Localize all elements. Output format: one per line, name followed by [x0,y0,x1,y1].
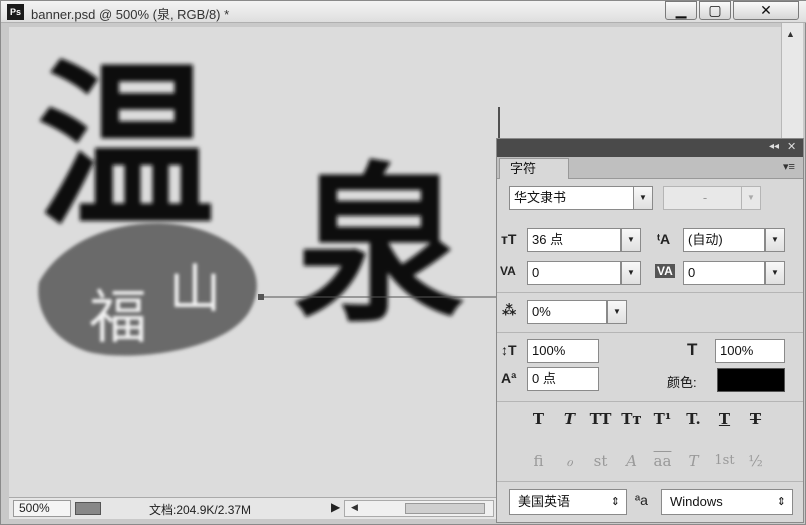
color-swatch[interactable] [717,368,785,392]
swash-button[interactable]: A [616,450,647,472]
stylistic-alternates-button[interactable]: st [585,450,616,472]
minimize-button[interactable]: ▁ [665,1,697,20]
scroll-left-arrow-icon[interactable]: ◀ [351,502,358,513]
small-caps-button[interactable]: Tт [616,408,647,430]
superscript-button[interactable]: T¹ [647,408,678,430]
font-size-dropdown-icon[interactable]: ▼ [621,228,641,252]
opentype-buttons: fi ℴ st A aa T 1st ½ [523,450,771,472]
titling-alternates-button[interactable]: aa [647,450,678,472]
font-style-field: - [663,186,743,210]
baseline-anchor [258,294,264,300]
collapse-panel-icon[interactable]: ◂◂ [769,141,779,152]
kerning-field[interactable]: 0 [527,261,621,285]
faux-italic-button[interactable]: T [554,408,585,430]
status-preview-icon[interactable] [75,502,101,515]
leading-dropdown-icon[interactable]: ▼ [765,228,785,252]
font-size-icon: тT [501,231,517,247]
ligature-button[interactable]: fi [523,450,554,472]
color-label: 颜色: [667,375,697,390]
maximize-button[interactable]: ▢ [699,1,731,20]
minimize-icon: ▁ [675,2,687,18]
tsume-field[interactable]: 0% [527,300,607,324]
baseline-shift-field[interactable]: 0 点 [527,367,599,391]
panel-divider [497,401,803,402]
panel-divider [497,332,803,333]
type-style-buttons: T T TT Tт T¹ T. T T [523,408,771,430]
ornaments-button[interactable]: T [678,450,709,472]
tracking-dropdown-icon[interactable]: ▼ [765,261,785,285]
headline-char-2: 泉 [294,146,464,346]
language-value: 美国英语 [518,494,571,509]
language-updown-icon: ⇕ [610,496,620,508]
tracking-icon: VA [655,264,675,278]
font-family-field[interactable]: 华文隶书 [509,186,635,210]
tracking-field[interactable]: 0 [683,261,765,285]
status-menu-arrow-icon[interactable]: ▶ [331,500,340,514]
document-size-info: 文档:204.9K/2.37M [149,503,252,517]
language-select[interactable]: 美国英语 ⇕ [509,489,627,515]
baseline-shift-icon: Aª [501,370,517,386]
horizontal-scrollbar[interactable]: ◀ [344,500,494,517]
fractions-button[interactable]: ½ [740,450,771,472]
underline-button[interactable]: T [709,408,740,430]
antialias-value: Windows [670,494,723,509]
tab-character[interactable]: 字符 [499,158,569,179]
panel-divider [497,292,803,293]
panel-tab-row: 字符 ▾≡ [497,157,803,179]
font-size-field[interactable]: 36 点 [527,228,621,252]
panel-menu-icon[interactable]: ▾≡ [783,160,795,173]
tsume-icon: ⁂ [502,302,517,318]
kerning-dropdown-icon[interactable]: ▼ [621,261,641,285]
antialias-updown-icon: ⇕ [776,496,786,508]
panel-header-bar[interactable]: ◂◂ ✕ [497,139,803,157]
antialias-icon: ªa [635,492,648,508]
zoom-field[interactable]: 500% [13,500,71,517]
photoshop-app-icon: Ps [7,4,24,20]
faux-bold-button[interactable]: T [523,408,554,430]
close-button[interactable]: ✕ [733,1,799,20]
panel-close-icon[interactable]: ✕ [787,140,796,153]
photoshop-window: Ps banner.psd @ 500% (泉, RGB/8) * ▁ ▢ ✕ … [0,0,806,525]
headline-char-1: 温 [37,42,215,251]
badge-char-2: 福 [89,283,147,351]
panel-divider [497,481,803,482]
vertical-scale-field[interactable]: 100% [527,339,599,363]
antialias-select[interactable]: Windows ⇕ [661,489,793,515]
vertical-scale-icon: ↕T [501,342,517,358]
maximize-icon: ▢ [708,2,722,18]
strikethrough-button[interactable]: T [740,408,771,430]
font-family-dropdown-icon[interactable]: ▼ [633,186,653,210]
subscript-button[interactable]: T. [678,408,709,430]
document-title: banner.psd @ 500% (泉, RGB/8) * [31,7,230,22]
horizontal-scale-icon: T [687,340,698,359]
horizontal-scale-field[interactable]: 100% [715,339,785,363]
leading-icon: ᵗA [657,231,671,247]
badge-char-1: 山 [169,260,221,320]
ordinals-button[interactable]: 1st [709,450,740,472]
discretionary-ligature-button[interactable]: ℴ [554,450,585,472]
scroll-thumb[interactable] [405,503,485,514]
kerning-icon: VA [500,264,516,278]
document-titlebar[interactable]: Ps banner.psd @ 500% (泉, RGB/8) * ▁ ▢ ✕ [1,1,806,23]
scroll-up-arrow-icon[interactable]: ▲ [786,29,795,39]
leading-field[interactable]: (自动) [683,228,765,252]
all-caps-button[interactable]: TT [585,408,616,430]
close-icon: ✕ [760,2,772,18]
tsume-dropdown-icon[interactable]: ▼ [607,300,627,324]
font-style-dropdown-icon: ▼ [741,186,761,210]
character-panel: ◂◂ ✕ 字符 ▾≡ 华文隶书 ▼ - ▼ тT 36 点 ▼ ᵗA (自动) … [496,138,804,523]
